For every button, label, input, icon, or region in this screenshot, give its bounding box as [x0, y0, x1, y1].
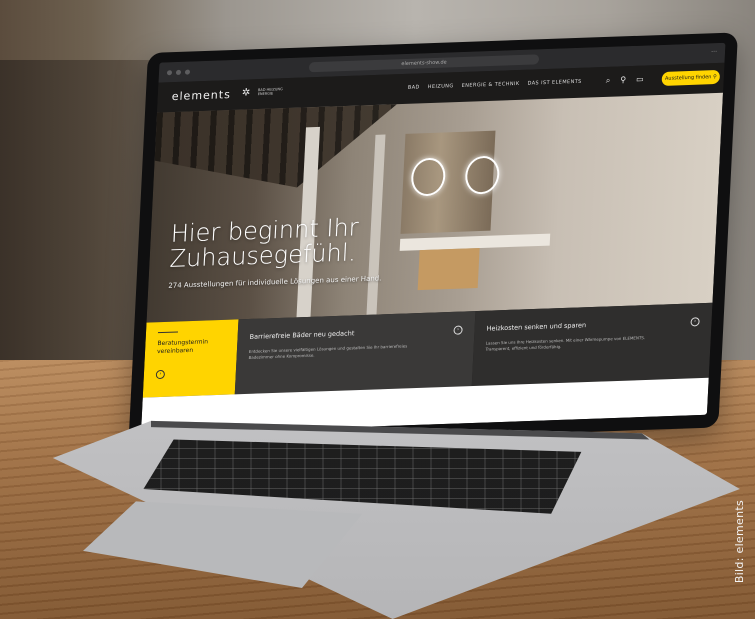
laptop-deck — [0, 0, 755, 619]
laptop-photo: elements-show.de ⋯ elements ✲ BAD HEIZUN… — [0, 0, 755, 619]
photo-credit: Bild: elements — [733, 500, 746, 584]
